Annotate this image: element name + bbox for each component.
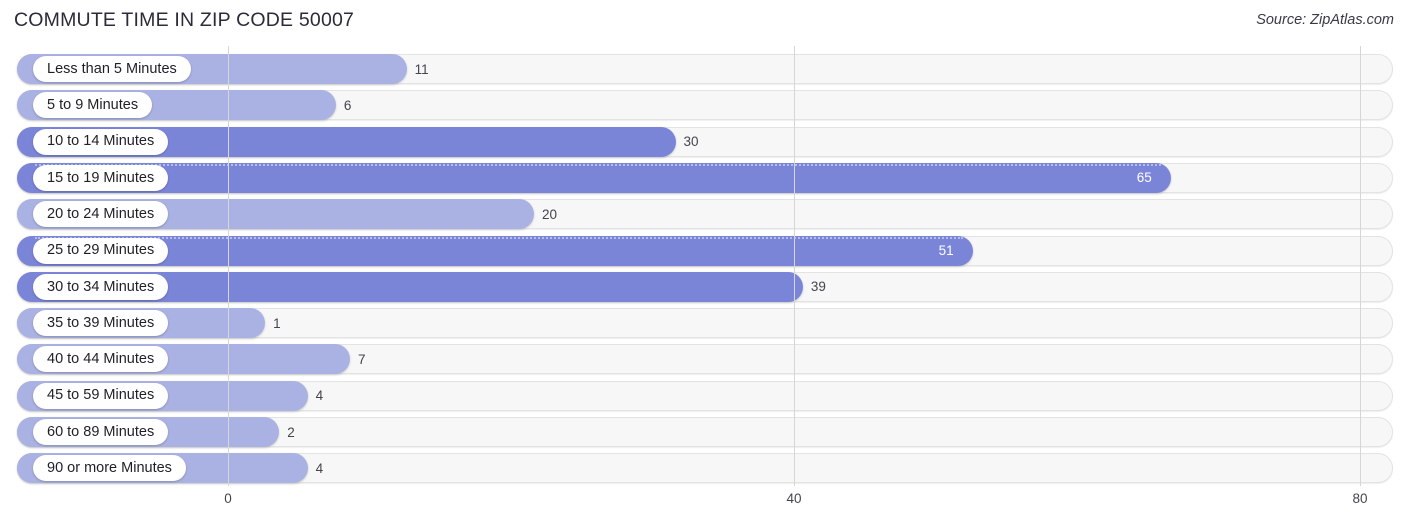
category-label-pill: 20 to 24 Minutes xyxy=(33,201,169,228)
source-attribution: Source: ZipAtlas.com xyxy=(1256,12,1394,28)
bar-value-label: 4 xyxy=(315,388,324,404)
x-axis-tick-80: 80 xyxy=(1352,491,1368,506)
bar-value-label: 11 xyxy=(414,61,429,77)
x-axis: 0 40 80 xyxy=(0,486,1406,523)
table-row: 35 to 39 Minutes 1 xyxy=(17,308,1393,339)
category-label-text: 10 to 14 Minutes xyxy=(47,133,155,150)
category-label-pill: 10 to 14 Minutes xyxy=(33,128,169,155)
table-row: 20 to 24 Minutes 20 xyxy=(17,199,1393,230)
category-label-pill: 15 to 19 Minutes xyxy=(33,164,169,191)
bar-value-label: 65 xyxy=(1136,170,1152,186)
table-row: 40 to 44 Minutes 7 xyxy=(17,344,1393,375)
bar-value-label: 6 xyxy=(343,97,352,113)
category-label-text: 25 to 29 Minutes xyxy=(47,242,155,259)
bar xyxy=(17,162,1171,193)
category-label-text: 35 to 39 Minutes xyxy=(47,314,155,331)
category-label-pill: 45 to 59 Minutes xyxy=(33,382,169,409)
category-label-text: 15 to 19 Minutes xyxy=(47,169,155,186)
chart-header: COMMUTE TIME IN ZIP CODE 50007 Source: Z… xyxy=(0,0,1406,46)
bar-value-label: 1 xyxy=(273,315,281,331)
category-label-pill: 60 to 89 Minutes xyxy=(33,419,169,445)
category-label-text: Less than 5 Minutes xyxy=(47,60,177,77)
category-label-pill: Less than 5 Minutes xyxy=(33,56,191,82)
category-label-text: 5 to 9 Minutes xyxy=(47,97,139,114)
category-label-text: 30 to 34 Minutes xyxy=(47,278,155,295)
bar-value-label: 30 xyxy=(683,134,699,150)
chart-plot-area: Less than 5 Minutes 11 5 to 9 Minutes 6 10 t… xyxy=(0,46,1406,486)
table-row: 15 to 19 Minutes 65 xyxy=(17,162,1393,193)
bar-value-label: 20 xyxy=(542,206,558,222)
table-row: 60 to 89 Minutes 2 xyxy=(17,417,1393,447)
table-row: 30 to 34 Minutes 39 xyxy=(17,271,1393,302)
bar-highlight-line xyxy=(35,163,1161,166)
x-axis-tick-0: 0 xyxy=(224,491,232,506)
category-label-pill: 25 to 29 Minutes xyxy=(33,237,169,264)
x-axis-tick-40: 40 xyxy=(786,491,802,506)
table-row: 45 to 59 Minutes 4 xyxy=(17,380,1393,411)
category-label-pill: 35 to 39 Minutes xyxy=(33,310,169,337)
category-label-pill: 30 to 34 Minutes xyxy=(33,273,169,300)
category-label-pill: 40 to 44 Minutes xyxy=(33,346,169,373)
bar-highlight-line xyxy=(35,236,963,239)
page-title: COMMUTE TIME IN ZIP CODE 50007 xyxy=(14,9,355,31)
category-label-pill: 90 or more Minutes xyxy=(33,455,186,482)
category-label-text: 60 to 89 Minutes xyxy=(47,423,155,440)
table-row: 25 to 29 Minutes 51 xyxy=(17,235,1393,266)
category-label-text: 20 to 24 Minutes xyxy=(47,205,155,222)
table-row: Less than 5 Minutes 11 xyxy=(17,54,1393,84)
table-row: 10 to 14 Minutes 30 xyxy=(17,126,1393,157)
table-row: 5 to 9 Minutes 6 xyxy=(17,90,1393,121)
bar-value-label: 4 xyxy=(315,460,324,476)
bar-value-label: 39 xyxy=(810,279,826,295)
bar-value-label: 2 xyxy=(287,424,295,440)
table-row: 90 or more Minutes 4 xyxy=(17,453,1393,484)
category-label-text: 45 to 59 Minutes xyxy=(47,387,155,404)
category-label-pill: 5 to 9 Minutes xyxy=(33,92,153,119)
category-label-text: 90 or more Minutes xyxy=(47,460,172,477)
bar-value-label: 51 xyxy=(938,243,954,258)
category-label-text: 40 to 44 Minutes xyxy=(47,351,155,368)
bar-value-label: 7 xyxy=(358,351,366,367)
